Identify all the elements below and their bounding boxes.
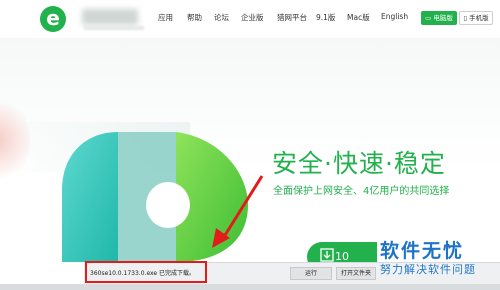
hero-subslogan: 全面保护上网安全、4亿用户的共同选择 (273, 186, 450, 197)
taskbar-strip (0, 284, 500, 290)
hero-logo-hole (146, 182, 190, 228)
run-button[interactable]: 运行 (290, 267, 332, 280)
watermark-title: 软件无忧 (380, 240, 465, 262)
open-folder-button[interactable]: 打开文件夹 (336, 267, 376, 280)
browser-page: e 应用 帮助 论坛 企业版 猎网平台 9.1版 Mac版 English ▭ … (0, 0, 500, 290)
hero-logo-left-shape (62, 132, 118, 262)
hero-slogan: 安全·快速·稳定 (272, 149, 446, 178)
download-icon (320, 248, 334, 262)
watermark-subtitle: 努力解决软件问题 (380, 263, 476, 276)
annotation-highlight-box (85, 261, 207, 283)
